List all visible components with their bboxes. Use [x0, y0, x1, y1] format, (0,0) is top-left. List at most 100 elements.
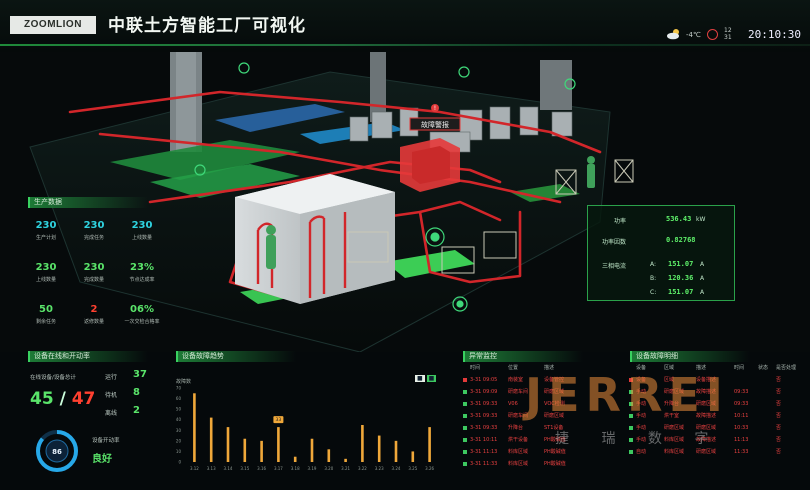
y-tick-label: 70 — [176, 386, 182, 391]
production-stat: 2 返修数量 — [72, 304, 116, 325]
legend-toggle-2[interactable]: ■ — [426, 375, 437, 382]
production-stat-value: 50 — [39, 304, 53, 315]
power-value: 536.43 — [666, 215, 692, 223]
table-cell: 升降台 — [508, 425, 524, 431]
table-cell: 11:13 — [734, 437, 749, 443]
production-stats-grid: 230 生产计划 230 完成任务 230 上线数量 230 上线数量 230 完成数量 23% 节点… — [24, 220, 174, 340]
fault-bar[interactable] — [260, 440, 263, 462]
gauge-value: 86 — [52, 448, 62, 456]
production-stat: 06% 一次交检合格率 — [120, 304, 164, 325]
column-header: 时间 — [470, 365, 481, 371]
fault-trend-legend[interactable]: ■ ■ — [415, 375, 437, 382]
production-stat-value: 230 — [131, 220, 153, 231]
table-cell: 10:11 — [734, 413, 749, 419]
fault-bar[interactable] — [226, 427, 230, 462]
online-total-label: 在线设备/设备总计 — [30, 375, 76, 381]
status-dot-icon — [629, 450, 633, 454]
date-readout: 12 31 — [724, 27, 732, 41]
power-unit: kW — [696, 216, 706, 223]
production-stat-value: 230 — [35, 220, 57, 231]
status-dot-icon — [463, 438, 467, 442]
status-dot-icon — [463, 426, 467, 430]
y-tick-label: 0 — [178, 460, 181, 465]
y-tick-label: 50 — [176, 407, 182, 412]
header-divider — [0, 44, 810, 46]
fault-info-title: 设备故障明细 — [630, 351, 750, 362]
column-header: 时间 — [734, 365, 745, 371]
table-cell: 南装室 — [508, 377, 524, 383]
production-stat: 230 完成数量 — [72, 262, 116, 283]
x-tick-label: 3.15 — [240, 466, 249, 471]
alarm-tag-label: 故障警报 — [421, 120, 449, 129]
phase-c-name: C: — [650, 289, 657, 296]
column-header: 是否处理 — [776, 365, 797, 371]
production-stat-label: 剩余任务 — [35, 319, 56, 325]
table-cell: PH酸碱值 — [544, 461, 566, 467]
x-tick-label: 3.12 — [190, 466, 199, 471]
table-cell: 否 — [776, 449, 782, 455]
fault-bar[interactable] — [411, 451, 415, 462]
production-stat-label: 完成数量 — [83, 277, 104, 283]
production-panel-title: 生产数据 — [28, 197, 148, 208]
production-stat-value: 2 — [90, 304, 98, 315]
fault-bar[interactable] — [377, 435, 381, 462]
equipment-online-title: 设备在线和开动率 — [28, 351, 148, 362]
table-cell: 否 — [776, 437, 782, 443]
power-label: 功率 — [614, 218, 627, 225]
fault-bar[interactable] — [344, 458, 347, 462]
phase-c-value: 151.07 — [668, 288, 694, 296]
phase-b-value: 120.36 — [668, 274, 694, 282]
fault-bar[interactable] — [394, 440, 398, 462]
table-cell: 10:33 — [734, 425, 749, 431]
table-row[interactable]: 3-31 11:13 料库区域 PH酸碱值 — [463, 448, 624, 457]
table-cell: 3-31 09:05 — [470, 377, 498, 383]
x-tick-label: 3.24 — [392, 466, 401, 471]
temperature-readout: -4℃ — [686, 31, 701, 39]
production-stat: 230 上线数量 — [24, 262, 68, 283]
table-cell: 否 — [776, 413, 782, 419]
fault-bar[interactable] — [310, 438, 314, 462]
y-tick-label: 10 — [176, 449, 182, 454]
production-stat-label: 上线数量 — [35, 277, 56, 283]
clock-readout: 20:10:30 — [748, 28, 801, 41]
x-tick-label: 3.23 — [375, 466, 384, 471]
production-stat-value: 06% — [130, 304, 154, 315]
brand-logo: ZOOMLION — [10, 16, 96, 34]
fault-bar[interactable] — [243, 438, 247, 462]
three-phase-label: 三相电流 — [602, 263, 627, 270]
table-cell: 3-31 11:33 — [470, 461, 498, 467]
phase-b-name: B: — [650, 275, 657, 282]
table-row[interactable]: 3-31 11:33 料库区域 PH酸碱值 — [463, 460, 624, 469]
fault-bar[interactable] — [277, 427, 280, 462]
standby-value: 8 — [133, 387, 140, 398]
fault-bar[interactable] — [361, 425, 364, 462]
phase-c-unit: A — [700, 289, 705, 296]
running-value: 37 — [133, 369, 147, 380]
fault-bar[interactable] — [209, 417, 213, 462]
alarm-clock-icon[interactable] — [707, 29, 718, 40]
legend-toggle-1[interactable]: ■ — [415, 375, 425, 382]
alarms-title: 异常监控 — [463, 351, 583, 362]
offline-label: 离线 — [105, 410, 118, 417]
fault-bar[interactable] — [327, 449, 331, 462]
status-dot-icon — [463, 402, 467, 406]
production-stat-value: 230 — [83, 262, 105, 273]
production-stat-value: 23% — [130, 262, 154, 273]
table-cell: 烘干设备 — [508, 437, 529, 443]
watermark-logo: JERREI — [525, 368, 729, 422]
x-tick-label: 3.14 — [224, 466, 233, 471]
table-cell: 3-31 09:33 — [470, 413, 498, 419]
x-tick-label: 3.26 — [425, 466, 434, 471]
table-cell: V06 — [508, 401, 518, 407]
standby-label: 待机 — [105, 392, 118, 399]
y-tick-label: 20 — [176, 438, 182, 443]
fault-bar[interactable] — [193, 393, 196, 462]
column-header: 位置 — [508, 365, 519, 371]
table-row[interactable]: 自动 料库区域 研磨区域 11:33 否 — [629, 448, 805, 457]
y-tick-label: 40 — [176, 417, 182, 422]
column-header: 状态 — [758, 365, 769, 371]
fault-bar[interactable] — [428, 427, 431, 462]
fault-bar[interactable] — [293, 456, 297, 462]
production-stat: 230 完成任务 — [72, 220, 116, 241]
x-tick-label: 3.17 — [274, 466, 283, 471]
